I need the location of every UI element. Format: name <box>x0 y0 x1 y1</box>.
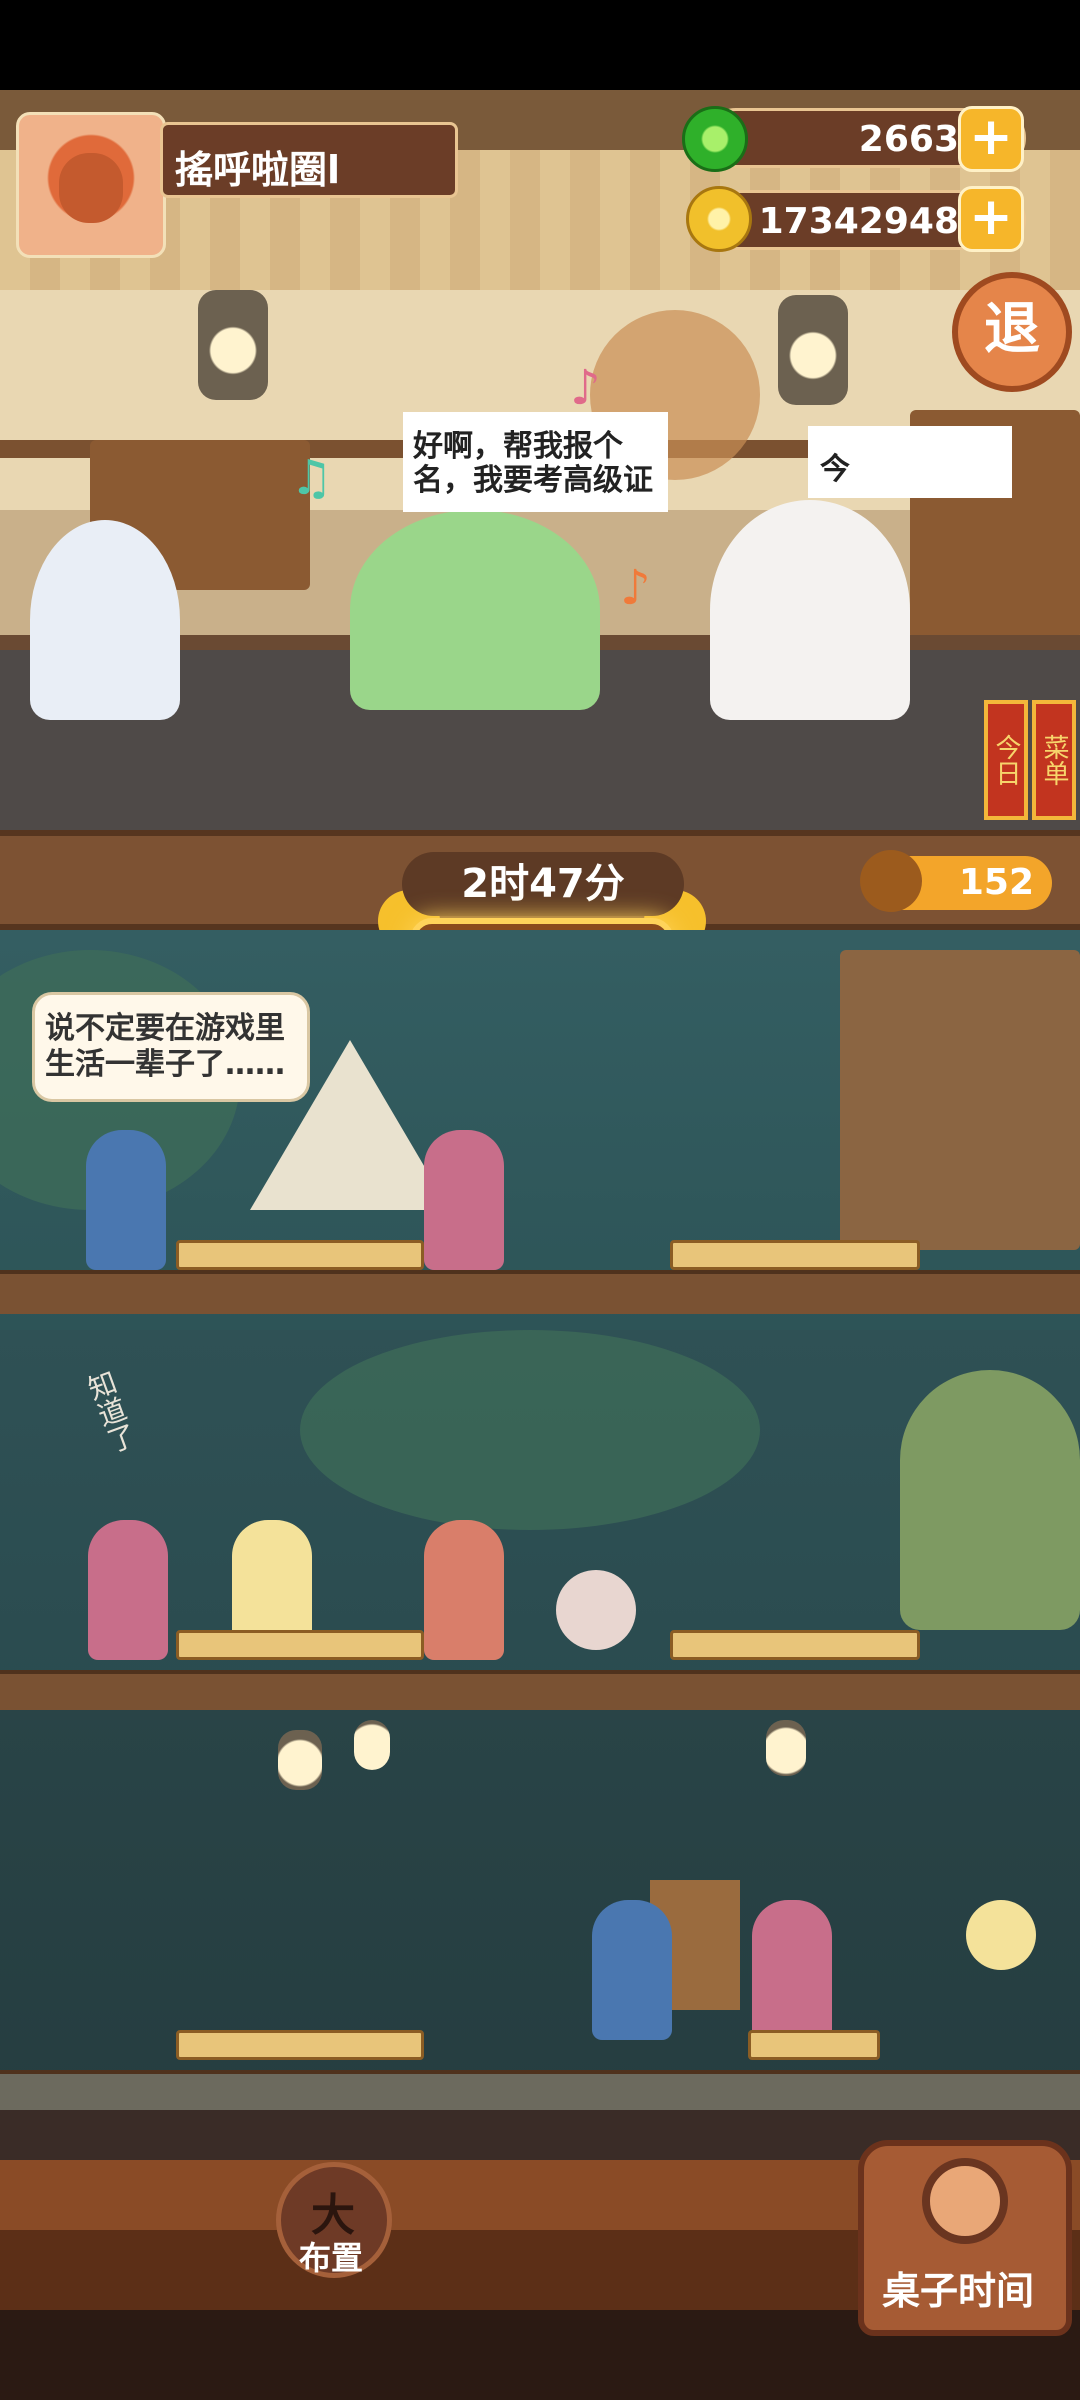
key-icon <box>860 850 922 912</box>
clock-icon <box>922 2158 1008 2244</box>
menu-banner-menu[interactable]: 菜单 <box>1032 700 1076 820</box>
coin-amount: 17342948 <box>758 201 959 242</box>
key-count: 152 <box>958 862 1034 903</box>
jade-coin-icon <box>682 106 748 172</box>
lantern-icon <box>354 1720 390 1770</box>
character-white-hair[interactable] <box>30 520 180 720</box>
peeking-customer[interactable] <box>966 1900 1036 1970</box>
character-white-priestess[interactable] <box>710 500 910 720</box>
green-dragon[interactable] <box>900 1370 1080 1630</box>
floor-3-forest <box>0 1710 1080 2110</box>
tea-table-2[interactable] <box>670 1240 920 1270</box>
menu-banner-today[interactable]: 今日 <box>984 700 1028 820</box>
player-avatar[interactable] <box>16 112 166 258</box>
customer-red-robe[interactable] <box>424 1520 504 1660</box>
customer-blue-robe[interactable] <box>86 1130 166 1270</box>
tea-table-1[interactable] <box>176 1240 424 1270</box>
speech-bubble-green-character: 好啊，帮我报个名，我要考高级证 <box>403 412 668 512</box>
lantern-icon <box>766 1720 806 1776</box>
tea-table-5[interactable] <box>176 2030 424 2060</box>
treehouse <box>840 950 1080 1250</box>
tea-table-6[interactable] <box>748 2030 880 2060</box>
tree-foliage <box>300 1330 760 1530</box>
lantern-icon <box>198 290 268 400</box>
floor-plank <box>0 1670 1080 1710</box>
countdown-timer: 2时47分 <box>402 852 684 916</box>
jade-amount: 2663 <box>858 119 959 160</box>
floor-plank <box>0 2070 1080 2110</box>
character-green-hair[interactable] <box>350 510 600 710</box>
customer-pink-robe[interactable] <box>752 1900 832 2040</box>
add-coins-button[interactable]: + <box>958 186 1024 252</box>
customer-pink-robe[interactable] <box>88 1520 168 1660</box>
arrange-label: 布置 <box>299 2239 364 2277</box>
lantern-icon <box>778 295 848 405</box>
customer-blue-robe[interactable] <box>592 1900 672 2040</box>
player-name-box: 搖呼啦圈l <box>160 122 458 198</box>
status-bar <box>0 0 1080 90</box>
speech-bubble-customer: 说不定要在游戏里生活一辈子了…… <box>32 992 310 1102</box>
floor-1-campsite <box>0 930 1080 1330</box>
music-note-icon: ♪ <box>570 360 601 416</box>
arrange-button[interactable]: 大 布置 <box>276 2162 392 2278</box>
avatar-face <box>59 153 123 223</box>
floor-plank <box>0 1270 1080 1314</box>
lantern-icon <box>278 1730 322 1790</box>
pig-on-swing[interactable] <box>556 1570 636 1650</box>
gold-coin-icon <box>686 186 752 252</box>
table-time-label: 桌子时间 <box>882 2269 1035 2313</box>
add-jade-button[interactable]: + <box>958 106 1024 172</box>
customer-pink-robe[interactable] <box>424 1130 504 1270</box>
player-name: 搖呼啦圈l <box>175 148 341 192</box>
scribble-text: 知道了 <box>80 1366 141 1457</box>
speech-bubble-priestess: 今 <box>808 426 1012 498</box>
exit-button[interactable]: 退 <box>952 272 1072 392</box>
tea-table-3[interactable] <box>176 1630 424 1660</box>
music-note-icon: ♫ <box>290 450 334 506</box>
table-time-button[interactable]: 桌子时间 <box>858 2140 1072 2336</box>
floor-2-swing: 知道了 <box>0 1330 1080 1710</box>
tea-table-4[interactable] <box>670 1630 920 1660</box>
music-note-icon: ♪ <box>620 560 651 616</box>
